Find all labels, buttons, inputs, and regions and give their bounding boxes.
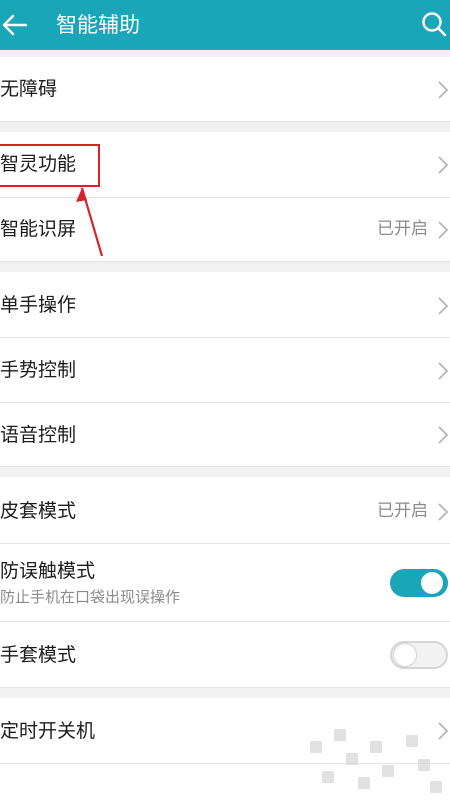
chevron-right-icon bbox=[438, 156, 449, 174]
toggle-knob bbox=[421, 572, 443, 594]
annotation-arrow-icon bbox=[76, 187, 104, 257]
status-text: 已开启 bbox=[377, 501, 428, 521]
accidental-touch-toggle[interactable] bbox=[390, 569, 448, 597]
glove-mode-toggle[interactable] bbox=[390, 641, 448, 669]
chevron-right-icon bbox=[438, 503, 449, 521]
row-voice[interactable]: 语音控制 bbox=[0, 403, 450, 467]
watermark-mosaic-icon bbox=[310, 729, 442, 793]
row-label: 定时开关机 bbox=[0, 720, 96, 742]
row-cover-mode[interactable]: 皮套模式 已开启 bbox=[0, 477, 450, 544]
row-label: 皮套模式 bbox=[0, 500, 77, 522]
page-title: 智能辅助 bbox=[56, 13, 140, 37]
row-smart-screen[interactable]: 智能识屏 已开启 bbox=[0, 198, 450, 262]
row-accidental-touch[interactable]: 防误触模式 防止手机在口袋出现误操作 bbox=[0, 544, 450, 622]
toggle-knob bbox=[394, 644, 416, 666]
arrow-left-icon[interactable] bbox=[0, 11, 28, 39]
row-label: 防误触模式 bbox=[0, 560, 96, 582]
chevron-right-icon bbox=[438, 221, 449, 239]
row-accessibility[interactable]: 无障碍 bbox=[0, 57, 450, 122]
row-label: 语音控制 bbox=[0, 424, 77, 446]
chevron-right-icon bbox=[438, 426, 449, 444]
row-label: 单手操作 bbox=[0, 294, 77, 316]
row-gesture[interactable]: 手势控制 bbox=[0, 338, 450, 403]
chevron-right-icon bbox=[438, 362, 449, 380]
row-glove-mode[interactable]: 手套模式 bbox=[0, 622, 450, 688]
row-label: 无障碍 bbox=[0, 78, 58, 100]
chevron-right-icon bbox=[438, 81, 449, 99]
row-label: 智能识屏 bbox=[0, 218, 77, 240]
status-text: 已开启 bbox=[377, 219, 428, 239]
row-sublabel: 防止手机在口袋出现误操作 bbox=[0, 588, 181, 606]
row-one-hand[interactable]: 单手操作 bbox=[0, 272, 450, 338]
app-header: 智能辅助 bbox=[0, 0, 450, 50]
row-label: 手势控制 bbox=[0, 359, 77, 381]
chevron-right-icon bbox=[438, 297, 449, 315]
row-label: 手套模式 bbox=[0, 644, 77, 666]
search-icon[interactable] bbox=[420, 10, 448, 38]
